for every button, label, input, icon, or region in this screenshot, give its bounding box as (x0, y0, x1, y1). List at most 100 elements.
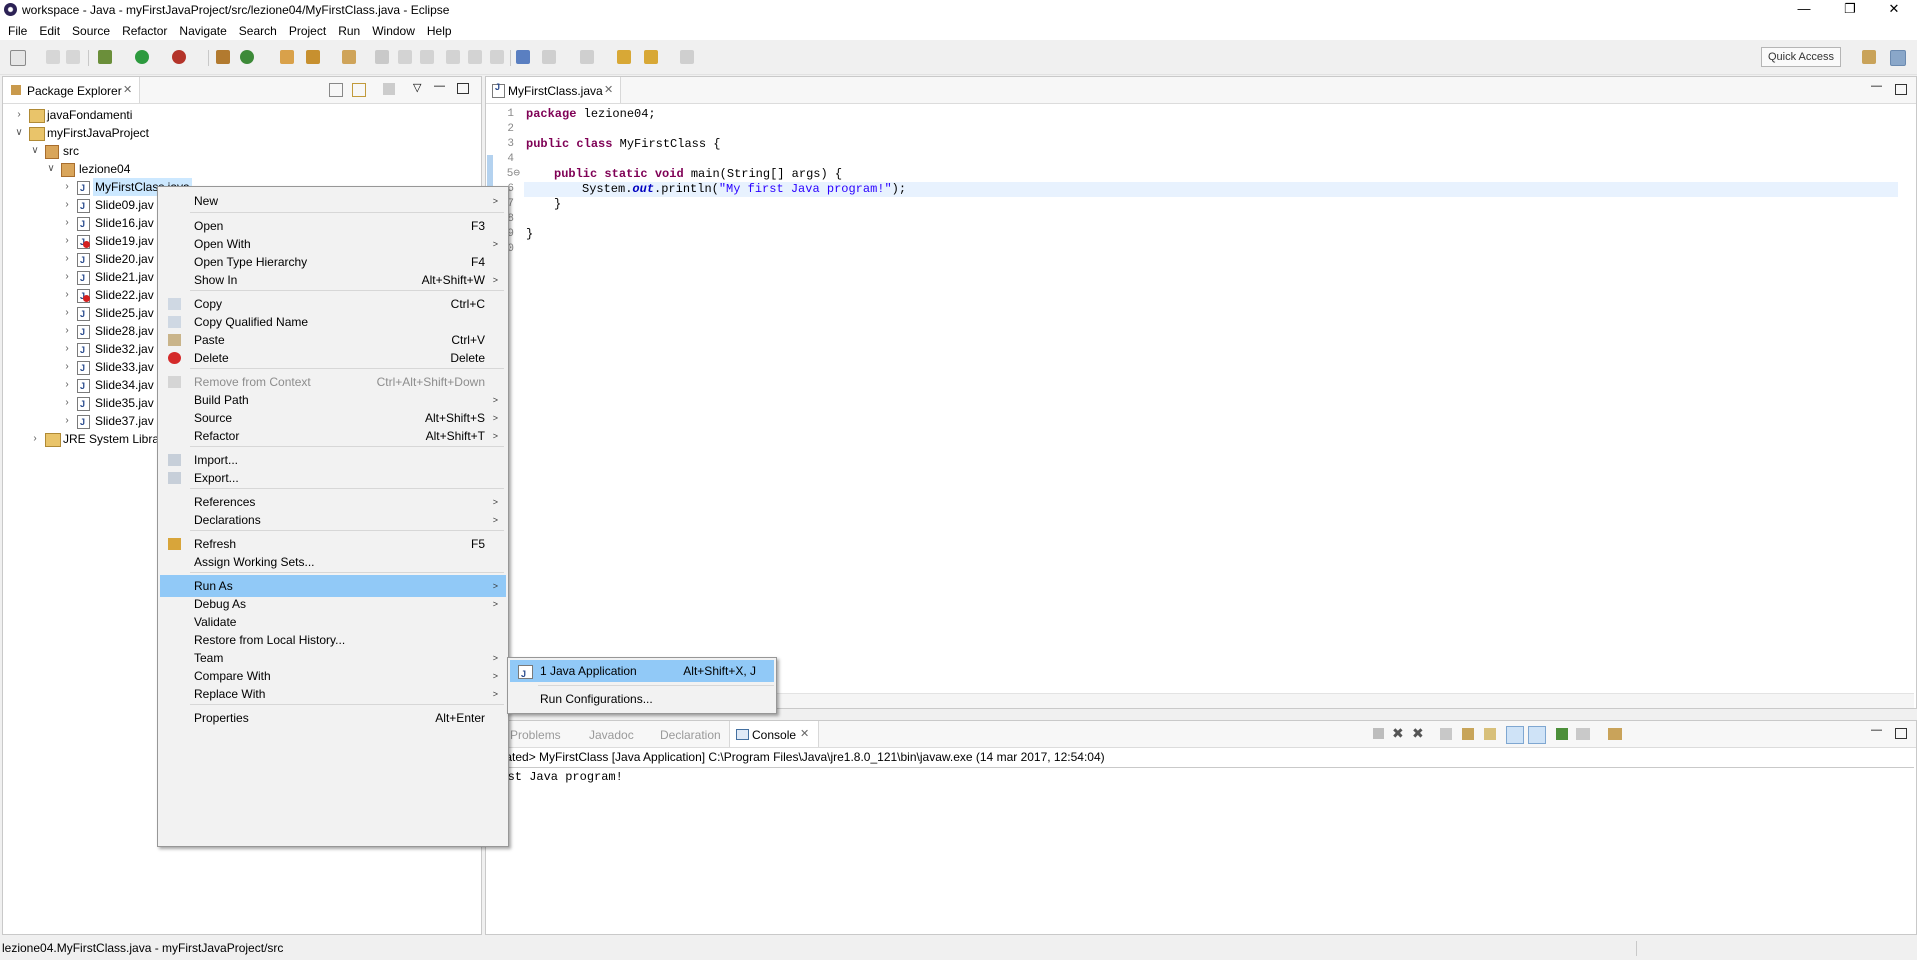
minimize-button[interactable]: — (1781, 0, 1827, 20)
clear-console-icon[interactable] (1440, 728, 1452, 740)
open-type-icon[interactable] (280, 50, 294, 64)
remove-launch-icon[interactable]: ✖ (1392, 725, 1404, 742)
forward-icon[interactable] (680, 50, 694, 64)
java-perspective-icon[interactable] (1890, 50, 1906, 66)
menu-item-delete[interactable]: Delete Delete (160, 347, 506, 369)
collapsed-chevron-icon[interactable]: › (61, 340, 73, 358)
collapse-all-icon[interactable] (329, 83, 343, 97)
external-tools-icon[interactable] (172, 50, 186, 64)
show-whitespace-icon[interactable] (490, 50, 504, 64)
menu-item-show-in[interactable]: Show In Alt+Shift+W > (160, 269, 506, 291)
expanded-chevron-icon[interactable]: ∨ (13, 124, 25, 142)
collapsed-chevron-icon[interactable]: › (61, 178, 73, 196)
menu-item-declarations[interactable]: Declarations > (160, 509, 506, 531)
collapsed-chevron-icon[interactable]: › (61, 322, 73, 340)
last-edit-location-icon[interactable] (617, 50, 631, 64)
collapsed-chevron-icon[interactable]: › (61, 268, 73, 286)
scroll-lock-icon[interactable] (1462, 728, 1474, 740)
maximize-console-icon[interactable] (1895, 728, 1907, 739)
minimize-editor-icon[interactable]: — (1871, 80, 1882, 92)
quick-access-input[interactable]: Quick Access (1761, 47, 1841, 67)
menu-item-properties[interactable]: Properties Alt+Enter (160, 707, 506, 729)
toggle-word-wrap-icon[interactable] (446, 50, 460, 64)
menu-file[interactable]: File (0, 20, 33, 42)
close-tab-icon[interactable]: ✕ (800, 727, 809, 740)
collapsed-chevron-icon[interactable]: › (61, 358, 73, 376)
prev-edit-icon[interactable] (580, 50, 594, 64)
new-icon[interactable] (10, 50, 26, 66)
collapsed-chevron-icon[interactable]: › (13, 106, 25, 124)
tab-javadoc[interactable]: Javadoc (589, 728, 634, 742)
menu-edit[interactable]: Edit (33, 20, 66, 42)
menu-item-run-configurations[interactable]: Run Configurations... (510, 688, 774, 710)
terminate-icon[interactable] (1373, 728, 1384, 739)
menu-item-new[interactable]: New > (160, 190, 506, 212)
annotation-icon[interactable] (398, 50, 412, 64)
tab-console[interactable]: Console ✕ (729, 721, 819, 747)
editor-tab-myfirstclass[interactable]: MyFirstClass.java ✕ (486, 77, 621, 103)
close-tab-icon[interactable]: ✕ (604, 83, 613, 96)
code-area[interactable]: 1 2 3 4 5⊖ 6 7 8 9 0 package lezione04; … (486, 105, 1898, 693)
run-icon[interactable] (135, 50, 149, 64)
save-icon[interactable] (46, 50, 60, 64)
expanded-chevron-icon[interactable]: ∨ (45, 160, 57, 178)
collapsed-chevron-icon[interactable]: › (61, 412, 73, 430)
minimize-console-icon[interactable]: — (1871, 724, 1882, 736)
menu-project[interactable]: Project (283, 20, 332, 42)
menu-item-replace-with[interactable]: Replace With > (160, 683, 506, 705)
back-icon[interactable] (644, 50, 658, 64)
collapsed-chevron-icon[interactable]: › (61, 196, 73, 214)
link-editor-icon[interactable] (516, 50, 530, 64)
search-icon[interactable] (342, 50, 356, 64)
menu-refactor[interactable]: Refactor (116, 20, 173, 42)
show-on-error-icon[interactable] (1528, 726, 1546, 744)
maximize-editor-icon[interactable] (1895, 84, 1907, 95)
collapsed-chevron-icon[interactable]: › (61, 250, 73, 268)
close-button[interactable]: ✕ (1871, 0, 1917, 20)
menu-search[interactable]: Search (233, 20, 283, 42)
open-console-icon[interactable] (1608, 728, 1622, 740)
collapsed-chevron-icon[interactable]: › (61, 214, 73, 232)
collapsed-chevron-icon[interactable]: › (29, 430, 41, 448)
display-console-icon[interactable] (1576, 728, 1590, 740)
collapsed-chevron-icon[interactable]: › (61, 376, 73, 394)
vertical-scrollbar[interactable] (1898, 105, 1915, 693)
remove-all-icon[interactable]: ✖ (1412, 725, 1424, 742)
filters-icon[interactable] (383, 83, 395, 95)
expanded-chevron-icon[interactable]: ∨ (29, 142, 41, 160)
package-explorer-tab[interactable]: Package Explorer ✕ (3, 77, 140, 103)
save-all-icon[interactable] (66, 50, 80, 64)
menu-item-export[interactable]: Export... (160, 467, 506, 489)
collapsed-chevron-icon[interactable]: › (61, 394, 73, 412)
menu-item-assign-working-sets[interactable]: Assign Working Sets... (160, 551, 506, 573)
pin-console-icon[interactable] (1556, 728, 1568, 740)
menu-run[interactable]: Run (332, 20, 366, 42)
next-annotation-icon[interactable] (420, 50, 434, 64)
open-task-icon[interactable] (306, 50, 320, 64)
new-java-class-icon[interactable] (240, 50, 254, 64)
menu-item-refactor[interactable]: Refactor Alt+Shift+T > (160, 425, 506, 447)
view-menu-icon[interactable]: ▽ (413, 81, 421, 94)
menu-source[interactable]: Source (66, 20, 116, 42)
tab-declaration[interactable]: Declaration (660, 728, 721, 742)
collapsed-chevron-icon[interactable]: › (61, 232, 73, 250)
collapsed-chevron-icon[interactable]: › (61, 286, 73, 304)
menu-item-java-application[interactable]: 1 Java Application Alt+Shift+X, J (510, 660, 774, 685)
debug-icon[interactable] (98, 50, 112, 64)
word-wrap-icon[interactable] (1484, 728, 1496, 740)
console-scrollbar[interactable] (1898, 768, 1915, 933)
menu-help[interactable]: Help (421, 20, 458, 42)
close-tab-icon[interactable]: ✕ (123, 83, 132, 96)
menu-window[interactable]: Window (366, 20, 421, 42)
show-on-output-icon[interactable] (1506, 726, 1524, 744)
collapsed-chevron-icon[interactable]: › (61, 304, 73, 322)
next-edit-icon[interactable] (542, 50, 556, 64)
toggle-mark-icon[interactable] (375, 50, 389, 64)
restore-button[interactable]: ❐ (1827, 0, 1873, 20)
minimize-view-icon[interactable]: — (434, 80, 445, 92)
menu-navigate[interactable]: Navigate (173, 20, 232, 42)
link-with-editor-icon[interactable] (352, 83, 366, 97)
open-perspective-icon[interactable] (1862, 50, 1876, 64)
tab-problems[interactable]: Problems (510, 728, 561, 742)
block-selection-icon[interactable] (468, 50, 482, 64)
